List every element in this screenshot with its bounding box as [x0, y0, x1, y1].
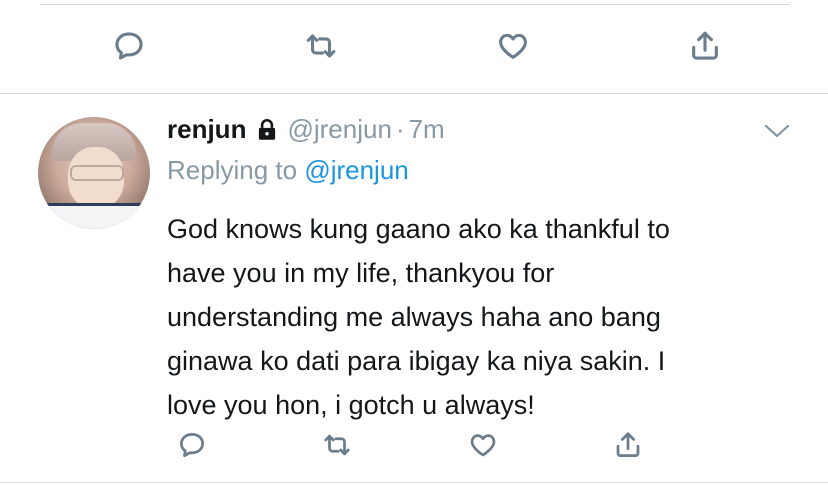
timestamp[interactable]: 7m — [409, 114, 445, 145]
prev-like-button[interactable] — [481, 24, 545, 68]
reply-icon — [115, 32, 143, 60]
author-handle[interactable]: @jrenjun — [287, 114, 391, 145]
heart-icon — [499, 33, 527, 59]
share-button[interactable] — [596, 423, 660, 467]
tweet-header: renjun @jrenjun · 7m — [167, 114, 445, 145]
tweet-text-line: love you hon, i gotch u always! — [167, 390, 535, 420]
lock-icon — [254, 117, 280, 143]
like-button[interactable] — [451, 423, 515, 467]
retweet-icon — [306, 34, 336, 58]
share-icon — [616, 432, 640, 457]
chevron-down-icon — [764, 124, 790, 138]
tweet-text-line: ginawa ko dati para ibigay ka niya sakin… — [167, 346, 666, 376]
reply-icon — [180, 433, 204, 457]
tweet-text-line: God knows kung gaano ako ka thankful to — [167, 214, 670, 244]
heart-icon — [470, 434, 495, 457]
more-options-button[interactable] — [762, 120, 792, 142]
tweet-text-line: understanding me always haha ano bang — [167, 302, 661, 332]
retweet-button[interactable] — [305, 423, 369, 467]
replying-to-handle-link[interactable]: @jrenjun — [304, 155, 408, 185]
top-divider — [40, 4, 790, 5]
prev-share-button[interactable] — [673, 24, 737, 68]
prev-retweet-button[interactable] — [289, 24, 353, 68]
author-name[interactable]: renjun — [167, 114, 246, 145]
separator-dot: · — [395, 114, 405, 144]
prev-reply-button[interactable] — [97, 24, 161, 68]
tweet-text: God knows kung gaano ako ka thankful to … — [167, 207, 782, 427]
replying-to-line: Replying to @jrenjun — [167, 155, 409, 186]
share-icon — [692, 31, 718, 60]
tweet-divider — [0, 93, 828, 94]
reply-button[interactable] — [160, 423, 224, 467]
avatar[interactable] — [38, 117, 150, 229]
retweet-icon — [324, 434, 350, 456]
bottom-divider — [0, 482, 828, 483]
previous-tweet-action-bar — [97, 24, 737, 68]
tweet-action-bar — [160, 423, 660, 467]
replying-prefix: Replying to — [167, 155, 298, 185]
tweet-text-line: have you in my life, thankyou for — [167, 258, 555, 288]
